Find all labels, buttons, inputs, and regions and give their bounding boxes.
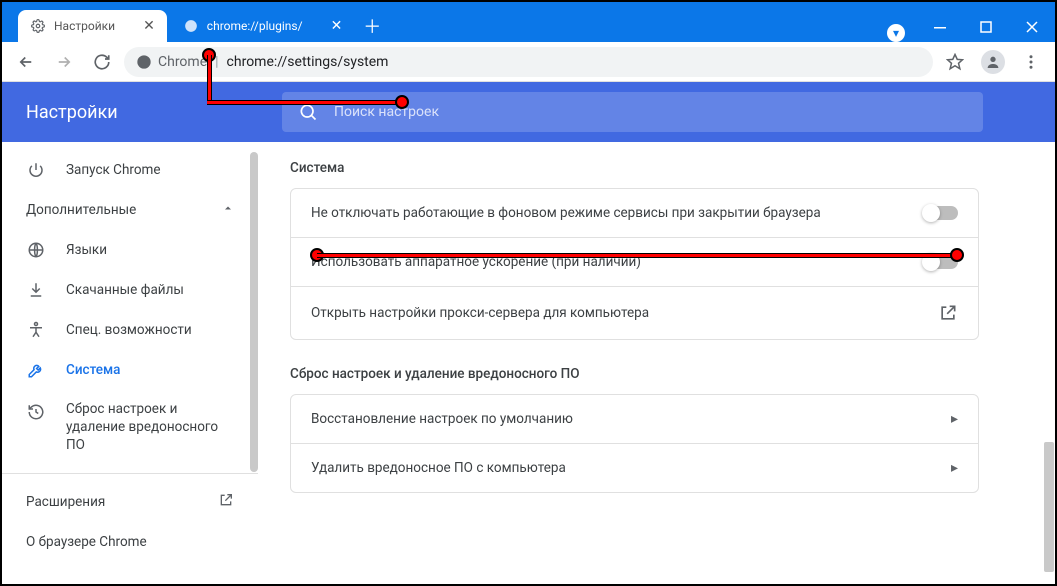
window-controls <box>917 12 1055 42</box>
download-icon <box>26 280 46 300</box>
divider <box>2 473 258 474</box>
sidebar-item-label: Система <box>66 362 120 378</box>
power-icon <box>26 160 46 180</box>
card-reset: Восстановление настроек по умолчанию ▸ У… <box>290 394 979 493</box>
settings-sidebar: Запуск Chrome Дополнительные Языки Скача… <box>2 142 258 584</box>
main-scrollbar[interactable] <box>1043 142 1055 584</box>
sidebar-item-label: Спец. возможности <box>66 322 192 338</box>
kebab-menu-icon[interactable] <box>1015 46 1047 78</box>
bookmark-star-icon[interactable] <box>939 46 971 78</box>
tab-plugins[interactable]: chrome://plugins/ ✕ <box>171 10 355 42</box>
page-title: Настройки <box>2 102 282 123</box>
row-label: Использовать аппаратное ускорение (при н… <box>311 254 641 270</box>
tab-title: chrome://plugins/ <box>207 19 303 33</box>
browser-window: Настройки ✕ chrome://plugins/ ✕ ＋ ▾ <box>0 0 1057 586</box>
search-input[interactable] <box>334 104 967 120</box>
row-label: Удалить вредоносное ПО с компьютера <box>311 460 566 476</box>
settings-main: Система Не отключать работающие в фоново… <box>258 142 1055 584</box>
section-title-system: Система <box>290 160 979 176</box>
accessibility-icon <box>26 320 46 340</box>
row-proxy-settings[interactable]: Открыть настройки прокси-сервера для ком… <box>291 286 978 339</box>
section-title-reset: Сброс настроек и удаление вредоносного П… <box>290 366 979 382</box>
close-window-button[interactable] <box>1009 12 1055 42</box>
toggle-switch[interactable] <box>924 255 958 269</box>
open-external-icon <box>218 492 234 512</box>
sidebar-group-label: Дополнительные <box>26 202 136 218</box>
url-text: chrome://settings/system <box>227 54 389 70</box>
tab-title: Настройки <box>54 19 115 33</box>
sidebar-item-label: Скачанные файлы <box>66 282 184 298</box>
sidebar-item-label: Запуск Chrome <box>66 162 161 178</box>
sidebar-item-accessibility[interactable]: Спец. возможности <box>2 310 258 350</box>
row-label: Открыть настройки прокси-сервера для ком… <box>311 305 649 321</box>
tab-settings[interactable]: Настройки ✕ <box>18 10 167 42</box>
sidebar-item-languages[interactable]: Языки <box>2 230 258 270</box>
row-label: Не отключать работающие в фоновом режиме… <box>311 205 821 221</box>
reload-button[interactable] <box>86 46 118 78</box>
profile-avatar-button[interactable] <box>977 46 1009 78</box>
new-tab-button[interactable]: ＋ <box>358 12 386 40</box>
chevron-up-icon <box>222 202 234 218</box>
sidebar-group-advanced[interactable]: Дополнительные <box>2 190 258 230</box>
sidebar-item-on-startup[interactable]: Запуск Chrome <box>2 150 258 190</box>
sidebar-item-label: Расширения <box>26 494 105 510</box>
row-label: Восстановление настроек по умолчанию <box>311 411 573 427</box>
sidebar-item-label: О браузере Chrome <box>26 534 147 550</box>
tab-strip: Настройки ✕ chrome://plugins/ ✕ ＋ <box>2 2 887 42</box>
minimize-button[interactable] <box>917 12 963 42</box>
site-security-chip[interactable]: Chrome <box>136 54 207 70</box>
row-restore-defaults[interactable]: Восстановление настроек по умолчанию ▸ <box>291 395 978 443</box>
sidebar-scrollbar[interactable] <box>250 152 258 574</box>
globe-icon <box>183 18 199 34</box>
close-icon[interactable]: ✕ <box>143 18 155 34</box>
sidebar-item-extensions[interactable]: Расширения <box>2 482 258 522</box>
toggle-switch[interactable] <box>924 206 958 220</box>
sidebar-item-about[interactable]: О браузере Chrome <box>2 522 258 562</box>
address-bar: Chrome | chrome://settings/system <box>2 42 1055 82</box>
chevron-right-icon: ▸ <box>951 460 958 476</box>
sidebar-item-system[interactable]: Система <box>2 350 258 390</box>
row-hardware-accel[interactable]: Использовать аппаратное ускорение (при н… <box>291 237 978 286</box>
settings-header: Настройки <box>2 82 1055 142</box>
restore-icon <box>26 402 46 422</box>
settings-page: Настройки Запуск Chrome Дополнительные <box>2 82 1055 584</box>
close-icon[interactable]: ✕ <box>331 18 343 34</box>
sidebar-item-downloads[interactable]: Скачанные файлы <box>2 270 258 310</box>
omnibox[interactable]: Chrome | chrome://settings/system <box>124 47 933 77</box>
update-badge-icon[interactable]: ▾ <box>887 24 905 42</box>
row-background-apps[interactable]: Не отключать работающие в фоновом режиме… <box>291 189 978 237</box>
back-button[interactable] <box>10 46 42 78</box>
open-external-icon <box>938 303 958 323</box>
globe-icon <box>26 240 46 260</box>
forward-button[interactable] <box>48 46 80 78</box>
site-security-label: Chrome <box>158 54 207 70</box>
maximize-button[interactable] <box>963 12 1009 42</box>
chevron-right-icon: ▸ <box>951 411 958 427</box>
title-bar: Настройки ✕ chrome://plugins/ ✕ ＋ ▾ <box>2 2 1055 42</box>
sidebar-item-label: Сброс настроек и удаление вредоносного П… <box>66 400 226 455</box>
sidebar-item-reset[interactable]: Сброс настроек и удаление вредоносного П… <box>2 390 258 465</box>
sidebar-item-label: Языки <box>66 242 107 258</box>
gear-icon <box>30 18 46 34</box>
search-icon <box>298 102 318 122</box>
wrench-icon <box>26 360 46 380</box>
row-cleanup-computer[interactable]: Удалить вредоносное ПО с компьютера ▸ <box>291 443 978 492</box>
settings-search[interactable] <box>282 92 983 132</box>
card-system: Не отключать работающие в фоновом режиме… <box>290 188 979 340</box>
